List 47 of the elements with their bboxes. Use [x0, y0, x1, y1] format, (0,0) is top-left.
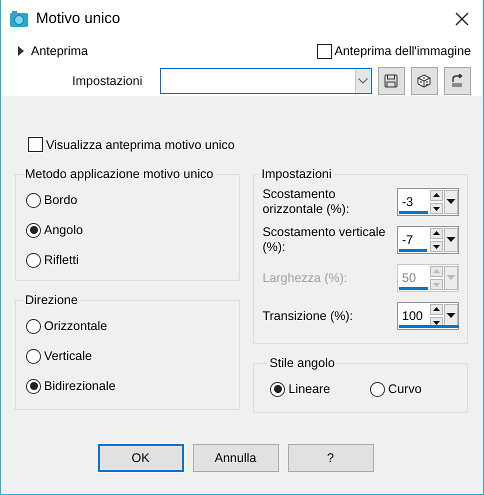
- radio-button[interactable]: [26, 192, 41, 208]
- radio-button[interactable]: [26, 348, 41, 364]
- group-title: Stile angolo: [268, 356, 336, 370]
- radio-label: Rifletti: [44, 253, 79, 267]
- chevron-down-icon: [358, 78, 368, 84]
- checkbox[interactable]: [28, 137, 43, 152]
- checkbox-label: Visualizza anteprima motivo unico: [46, 138, 235, 152]
- field-label: Larghezza (%):: [262, 270, 348, 286]
- number-spinner[interactable]: -3: [397, 188, 459, 216]
- radio-button[interactable]: [26, 222, 41, 238]
- close-icon[interactable]: [455, 12, 469, 26]
- radio-button[interactable]: [370, 382, 386, 396]
- radio-label: Orizzontale: [44, 319, 108, 333]
- radio-button[interactable]: [270, 382, 286, 396]
- dialog-button[interactable]: OK: [98, 444, 184, 472]
- number-spinner[interactable]: -7: [397, 226, 459, 254]
- reset-icon: [449, 74, 466, 88]
- dialog-button[interactable]: Annulla: [192, 444, 278, 472]
- radio-button[interactable]: [26, 378, 41, 394]
- radio-label: Curvo: [388, 382, 422, 396]
- group-title: Metodo applicazione motivo unico: [24, 167, 214, 181]
- radio-label: Angolo: [44, 223, 83, 237]
- radio-button[interactable]: [26, 318, 41, 334]
- presets-dropdown[interactable]: [160, 68, 372, 94]
- dice-icon: [417, 74, 432, 88]
- field-label: Scostamento orizzontale (%):: [262, 187, 350, 217]
- group-title: Impostazioni: [260, 167, 333, 181]
- radio-label: Bordo: [44, 193, 78, 207]
- number-spinner[interactable]: 100: [397, 302, 459, 330]
- checkbox[interactable]: [316, 44, 332, 58]
- radio-label: Verticale: [44, 349, 92, 363]
- window-title: Motivo unico: [36, 10, 122, 27]
- field-label: Transizione (%):: [262, 308, 354, 324]
- caret-icon: [17, 46, 25, 56]
- radio-label: Bidirezionale: [44, 379, 116, 393]
- group-title: Direzione: [24, 293, 79, 307]
- checkbox-label: Anteprima dell'immagine: [334, 44, 471, 58]
- radio-label: Lineare: [288, 382, 330, 396]
- dialog-button[interactable]: ?: [288, 444, 374, 472]
- presets-label: Impostazioni: [71, 74, 144, 88]
- randomize-button[interactable]: [410, 67, 438, 95]
- camera-icon: [10, 10, 28, 26]
- radio-button[interactable]: [26, 252, 41, 268]
- field-label: Scostamento verticale (%):: [262, 225, 386, 255]
- preview-toggle[interactable]: Anteprima: [15, 44, 88, 58]
- reset-button[interactable]: [444, 67, 472, 95]
- save-button[interactable]: [378, 67, 405, 95]
